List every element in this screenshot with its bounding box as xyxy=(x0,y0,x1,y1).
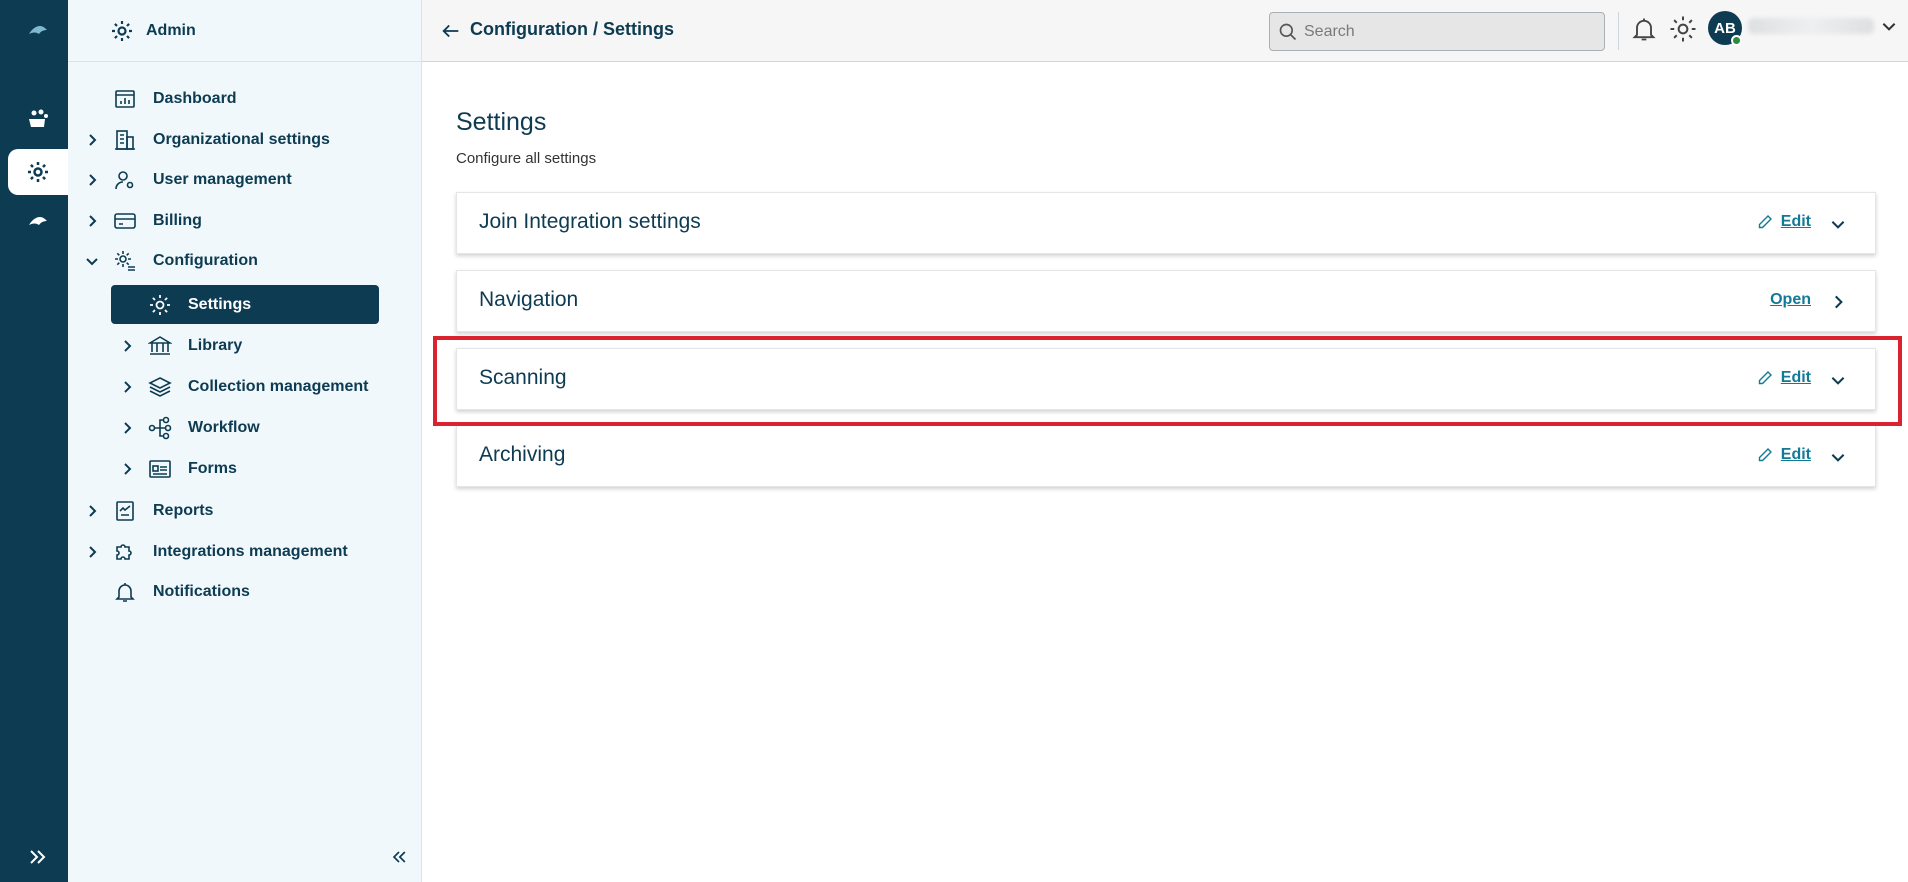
sidebar-item-notifications[interactable]: Notifications xyxy=(68,573,422,611)
online-status-badge xyxy=(1731,35,1742,46)
report-icon xyxy=(112,498,138,524)
sidebar-item-billing[interactable]: Billing xyxy=(68,202,422,240)
sidebar-title: Admin xyxy=(146,21,196,39)
sidebar-item-label: Dashboard xyxy=(153,90,237,107)
sidebar-item-label: Integrations management xyxy=(153,543,348,560)
user-name-redacted[interactable] xyxy=(1748,18,1874,34)
sidebar-item-forms[interactable]: Forms xyxy=(68,450,422,488)
chevron-right-icon[interactable] xyxy=(84,132,100,148)
open-link-label: Open xyxy=(1770,291,1811,308)
chevron-right-icon[interactable] xyxy=(84,544,100,560)
breadcrumb: Configuration / Settings xyxy=(470,19,674,39)
building-icon xyxy=(112,127,138,153)
edit-link[interactable]: Edit xyxy=(1757,213,1811,231)
chevron-down-icon[interactable] xyxy=(84,253,100,269)
library-icon xyxy=(147,333,173,359)
panel-title: Navigation xyxy=(479,288,579,311)
sidebar-item-dashboard[interactable]: Dashboard xyxy=(68,80,422,118)
open-link[interactable]: Open xyxy=(1770,291,1811,309)
chevron-down-icon[interactable] xyxy=(1829,448,1847,466)
collapse-sidebar-icon[interactable] xyxy=(386,846,412,868)
settings-gear-icon xyxy=(147,292,173,318)
edit-link[interactable]: Edit xyxy=(1757,446,1811,464)
expand-rail-icon[interactable] xyxy=(8,834,68,880)
collaboration-icon[interactable] xyxy=(8,95,68,141)
panel-archiving[interactable]: Archiving Edit xyxy=(456,425,1876,487)
puzzle-icon xyxy=(112,539,138,565)
admin-sidebar: Admin Dashboard Organizational settings … xyxy=(68,0,422,882)
sidebar-item-settings[interactable]: Settings xyxy=(111,285,379,324)
chevron-right-icon[interactable] xyxy=(1829,293,1847,311)
sidebar-item-library[interactable]: Library xyxy=(68,327,422,365)
sidebar-item-label: User management xyxy=(153,171,292,188)
chevron-down-icon[interactable] xyxy=(1880,17,1898,35)
admin-gear-icon xyxy=(112,20,132,41)
page-subtitle: Configure all settings xyxy=(456,150,597,167)
app-rail xyxy=(0,0,68,882)
sidebar-item-integrations-management[interactable]: Integrations management xyxy=(68,533,422,571)
sidebar-item-workflow[interactable]: Workflow xyxy=(68,409,422,447)
sidebar-item-label: Workflow xyxy=(188,419,260,436)
top-bar: Configuration / Settings AB xyxy=(422,0,1908,62)
pencil-icon xyxy=(1758,448,1772,462)
panel-title: Archiving xyxy=(479,443,566,466)
sidebar-item-reports[interactable]: Reports xyxy=(68,492,422,530)
workflow-icon xyxy=(147,415,173,441)
credit-card-icon xyxy=(112,208,138,234)
sidebar-item-label: Billing xyxy=(153,212,202,229)
chevron-right-icon[interactable] xyxy=(119,379,135,395)
sidebar-item-label: Reports xyxy=(153,502,214,519)
sidebar-item-label: Settings xyxy=(188,295,252,313)
cloud-app-icon[interactable] xyxy=(8,199,68,245)
settings-gear-icon[interactable] xyxy=(1668,14,1698,44)
sidebar-item-label: Library xyxy=(188,337,243,354)
chevron-right-icon[interactable] xyxy=(84,213,100,229)
search-box xyxy=(1269,12,1605,51)
toolbar-divider xyxy=(1618,12,1619,50)
chevron-right-icon[interactable] xyxy=(119,461,135,477)
user-settings-icon xyxy=(112,167,138,193)
sidebar-item-label: Organizational settings xyxy=(153,131,330,148)
dashboard-icon xyxy=(112,86,138,112)
search-icon xyxy=(1278,22,1298,42)
search-input[interactable] xyxy=(1304,13,1594,50)
chevron-right-icon[interactable] xyxy=(119,338,135,354)
chevron-right-icon[interactable] xyxy=(84,503,100,519)
panel-title: Join Integration settings xyxy=(479,210,701,233)
sidebar-item-organizational-settings[interactable]: Organizational settings xyxy=(68,121,422,159)
sidebar-item-label: Forms xyxy=(188,460,237,477)
edit-link-label: Edit xyxy=(1780,213,1811,230)
panel-navigation[interactable]: Navigation Open xyxy=(456,270,1876,332)
panel-join-integration-settings[interactable]: Join Integration settings Edit xyxy=(456,192,1876,254)
configuration-icon xyxy=(112,248,138,274)
sidebar-item-label: Configuration xyxy=(153,252,258,269)
edit-link-label: Edit xyxy=(1780,446,1811,463)
sidebar-item-user-management[interactable]: User management xyxy=(68,161,422,199)
bell-icon xyxy=(112,579,138,605)
pencil-icon xyxy=(1758,215,1772,229)
form-icon xyxy=(147,456,173,482)
sidebar-header: Admin xyxy=(68,0,422,62)
sidebar-item-label: Notifications xyxy=(153,583,250,600)
chevron-right-icon[interactable] xyxy=(119,420,135,436)
chevron-down-icon[interactable] xyxy=(1829,215,1847,233)
sidebar-item-label: Collection management xyxy=(188,378,369,395)
back-arrow-icon[interactable] xyxy=(440,20,462,42)
admin-settings-icon[interactable] xyxy=(8,149,68,195)
sidebar-item-configuration[interactable]: Configuration xyxy=(68,242,422,280)
app-root: Admin Dashboard Organizational settings … xyxy=(0,0,1908,882)
notifications-bell-icon[interactable] xyxy=(1630,14,1658,44)
highlight-annotation xyxy=(433,336,1902,426)
page-title: Settings xyxy=(456,108,547,136)
chevron-right-icon[interactable] xyxy=(84,172,100,188)
sidebar-item-collection-management[interactable]: Collection management xyxy=(68,368,422,406)
layers-icon xyxy=(147,374,173,400)
logo-icon[interactable] xyxy=(8,8,68,54)
